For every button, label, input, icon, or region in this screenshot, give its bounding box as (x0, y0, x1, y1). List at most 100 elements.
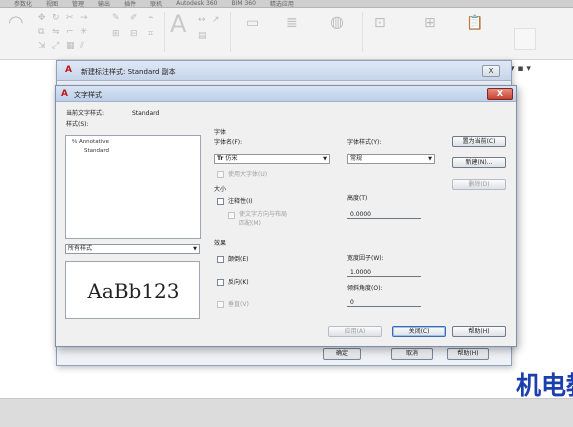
outer-ok-button[interactable]: 确定 (323, 348, 361, 360)
scale-tool-icon[interactable]: ⤢ (52, 42, 59, 51)
oblique-angle-label: 倾斜角度(O): (347, 285, 383, 292)
view-tool-icon[interactable] (514, 28, 536, 50)
fillet-tool-icon[interactable]: ⌐ (66, 28, 74, 37)
outer-close-button[interactable]: X (482, 65, 500, 77)
watermark: 机电教 (516, 371, 573, 400)
pen-tool-icon[interactable]: ✐ (130, 14, 138, 23)
trim-tool-icon[interactable]: ✂ (66, 14, 74, 23)
backwards-checkbox[interactable] (217, 279, 224, 286)
group-tool-icon[interactable]: ⊡ (374, 16, 386, 30)
chamfer-tool-icon[interactable]: ⌗ (148, 30, 153, 39)
list-item[interactable]: Standard (84, 148, 109, 155)
apply-button[interactable]: 应用(A) (328, 326, 382, 337)
break-tool-icon[interactable]: ⊟ (130, 30, 138, 39)
annotative-icon: ⅍ (72, 139, 78, 145)
insert-block-icon[interactable]: ▭ (246, 16, 259, 30)
font-name-label: 字体名(F): (214, 139, 243, 146)
upside-down-label: 颠倒(E) (228, 256, 249, 263)
ribbon-tab[interactable]: 视图 (46, 0, 58, 7)
new-style-button[interactable]: 新建(N)... (452, 157, 506, 168)
upside-down-checkbox[interactable] (217, 256, 224, 263)
ribbon-divider (164, 12, 165, 52)
layer-tool-icon[interactable]: ≣ (286, 16, 298, 30)
mirror-tool-icon[interactable]: ⇋ (52, 28, 60, 37)
font-group-label: 字体 (214, 129, 227, 136)
rotate-tool-icon[interactable]: ↻ (52, 14, 60, 23)
autocad-logo-icon: A (61, 89, 68, 99)
font-name-value: 仿宋 (225, 155, 238, 162)
ribbon-tab[interactable]: Autodesk 360 (176, 0, 217, 7)
font-name-select[interactable]: Tr 仿宋 ▼ (214, 154, 330, 164)
oblique-angle-input[interactable]: 0 (347, 298, 421, 307)
effects-group-label: 效果 (214, 240, 227, 247)
height-label: 高度(T) (347, 195, 368, 202)
ribbon-tab[interactable]: 联机 (150, 0, 162, 7)
dialog-title: 文字样式 (74, 91, 102, 99)
clipboard-tool-icon[interactable]: 📋 (466, 16, 483, 30)
vertical-label: 垂直(V) (228, 301, 249, 308)
erase-tool-icon[interactable]: ✎ (112, 14, 120, 23)
style-filter-select[interactable]: 所有样式 ▼ (65, 244, 200, 254)
match-orientation-label-2: 匹配(M) (239, 220, 261, 227)
leader-tool-icon[interactable]: ↗ (212, 16, 220, 25)
ribbon-tab[interactable]: 插件 (124, 0, 136, 7)
outer-cancel-button[interactable]: 取消 (391, 348, 433, 360)
delete-style-button[interactable]: 删除(D) (452, 179, 506, 190)
text-style-dialog: A 文字样式 X 当前文字样式: Standard 样式(S): ⅍ Annot… (55, 85, 517, 347)
height-input[interactable]: 0.0000 (347, 210, 421, 219)
chevron-down-icon: ▼ (323, 156, 327, 162)
styles-label: 样式(S): (66, 121, 89, 128)
preview-box: AaBb123 (65, 261, 200, 319)
match-orientation-checkbox[interactable] (228, 212, 235, 219)
font-style-select[interactable]: 常规 ▼ (347, 154, 435, 164)
text-style-titlebar[interactable]: A 文字样式 X (56, 86, 516, 102)
ribbon-tab[interactable]: 输出 (98, 0, 110, 7)
annotative-checkbox[interactable] (217, 198, 224, 205)
chevron-down-icon: ▼ (193, 246, 197, 252)
close-button[interactable]: 关闭(C) (392, 326, 446, 337)
copy-tool-icon[interactable]: ⧉ (38, 28, 44, 37)
move-tool-icon[interactable]: ✥ (38, 14, 46, 23)
width-factor-input[interactable]: 1.0000 (347, 268, 421, 277)
explode-tool-icon[interactable]: ✳ (80, 28, 88, 37)
ribbon-panel: ◠ ✥ ↻ ✂ → ⧉ ⇋ ⌐ ✳ ⇲ ⤢ ▦ ⫽ ✎ ✐ ⌁ ⊞ ⊟ ⌗ A … (0, 8, 573, 60)
status-bar (0, 398, 573, 427)
table-tool-icon[interactable]: ▤ (198, 32, 207, 41)
current-style-value: Standard (132, 110, 160, 117)
use-big-font-checkbox[interactable] (217, 171, 224, 178)
ribbon-options-icon[interactable]: ▾ ▪ ▾ (510, 64, 531, 74)
style-list[interactable]: ⅍ Annotative Standard (65, 135, 201, 239)
preview-text: AaBb123 (87, 279, 180, 303)
join-tool-icon[interactable]: ⊞ (112, 30, 120, 39)
set-current-button[interactable]: 置为当前(C) (452, 136, 506, 147)
annotative-label: 注释性(I) (228, 198, 253, 205)
array-tool-icon[interactable]: ▦ (66, 42, 75, 51)
close-icon[interactable]: X (487, 88, 513, 100)
dimension-tool-icon[interactable]: ↔ (198, 16, 206, 25)
ribbon-divider (230, 12, 231, 52)
extend-tool-icon[interactable]: → (80, 14, 88, 23)
outer-help-button[interactable]: 帮助(H) (447, 348, 489, 360)
stretch-tool-icon[interactable]: ⇲ (38, 42, 46, 51)
vertical-checkbox[interactable] (217, 301, 224, 308)
list-item[interactable]: ⅍ Annotative (72, 139, 109, 146)
utilities-tool-icon[interactable]: ⊞ (424, 16, 436, 30)
ribbon-tab[interactable]: 参数化 (14, 0, 32, 7)
font-style-value: 常规 (350, 155, 363, 162)
help-button[interactable]: 帮助(H) (452, 326, 506, 337)
width-factor-label: 宽度因子(W): (347, 255, 384, 262)
match-orientation-label: 使文字方向与布局 (239, 211, 288, 218)
style-filter-value: 所有样式 (68, 245, 93, 252)
use-big-font-label: 使用大字体(U) (228, 171, 268, 178)
ribbon-tab[interactable]: 管理 (72, 0, 84, 7)
arc-tool-icon[interactable]: ◠ (8, 14, 24, 32)
outer-dialog-titlebar[interactable]: A 新建标注样式: Standard 副本 X (57, 61, 511, 81)
ribbon-tab[interactable]: BIM 360 (231, 0, 255, 7)
text-tool-icon[interactable]: A (170, 12, 186, 36)
autocad-logo-icon: A (65, 65, 72, 75)
edit-tool-icon[interactable]: ⌁ (148, 14, 153, 23)
properties-tool-icon[interactable]: ◍ (330, 14, 344, 30)
chevron-down-icon: ▼ (428, 156, 432, 162)
offset-tool-icon[interactable]: ⫽ (80, 42, 84, 51)
ribbon-tab[interactable]: 精选应用 (270, 0, 294, 7)
